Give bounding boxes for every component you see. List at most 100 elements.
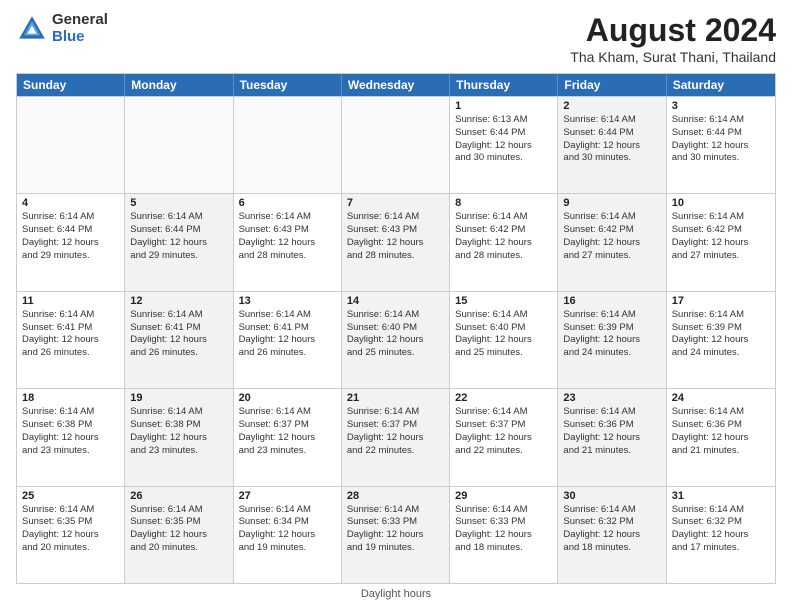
day-number: 20 — [239, 392, 336, 404]
calendar-cell-19: 19Sunrise: 6:14 AM Sunset: 6:38 PM Dayli… — [125, 389, 233, 485]
calendar-cell-3: 3Sunrise: 6:14 AM Sunset: 6:44 PM Daylig… — [667, 97, 775, 193]
day-info: Sunrise: 6:14 AM Sunset: 6:33 PM Dayligh… — [455, 504, 552, 555]
logo-text: General Blue — [52, 12, 108, 45]
day-info: Sunrise: 6:14 AM Sunset: 6:40 PM Dayligh… — [347, 309, 444, 360]
day-info: Sunrise: 6:14 AM Sunset: 6:40 PM Dayligh… — [455, 309, 552, 360]
calendar-cell-10: 10 Sunrise: 6:14 AM Sunset: 6:42 PM Dayli… — [667, 194, 775, 290]
day-info: Sunrise: 6:14 AM Sunset: 6:41 PM Dayligh… — [130, 309, 227, 360]
day-number: 4 — [22, 197, 119, 209]
header-day-saturday: Saturday — [667, 74, 775, 96]
day-info: Sunrise: 6:14 AM Sunset: 6:44 PM Dayligh… — [672, 114, 770, 165]
calendar-cell-24: 24Sunrise: 6:14 AM Sunset: 6:36 PM Dayli… — [667, 389, 775, 485]
day-info: Sunrise: 6:14 AM Sunset: 6:41 PM Dayligh… — [239, 309, 336, 360]
day-number: 1 — [455, 100, 552, 112]
calendar-cell-13: 13 Sunrise: 6:14 AM Sunset: 6:41 PM Dayli… — [234, 292, 342, 388]
calendar-cell-29: 29 Sunrise: 6:14 AM Sunset: 6:33 PM Dayli… — [450, 487, 558, 583]
logo-blue-text: Blue — [52, 29, 108, 46]
calendar-header: SundayMondayTuesdayWednesdayThursdayFrid… — [17, 74, 775, 96]
calendar-row-2: 11Sunrise: 6:14 AM Sunset: 6:41 PM Dayli… — [17, 291, 775, 388]
calendar-cell-30: 30Sunrise: 6:14 AM Sunset: 6:32 PM Dayli… — [558, 487, 666, 583]
calendar-cell-15: 15Sunrise: 6:14 AM Sunset: 6:40 PM Dayli… — [450, 292, 558, 388]
calendar-cell-23: 23Sunrise: 6:14 AM Sunset: 6:36 PM Dayli… — [558, 389, 666, 485]
day-info: Sunrise: 6:14 AM Sunset: 6:43 PM Dayligh… — [347, 211, 444, 262]
calendar-cell-12: 12 Sunrise: 6:14 AM Sunset: 6:41 PM Dayli… — [125, 292, 233, 388]
day-info: Sunrise: 6:14 AM Sunset: 6:38 PM Dayligh… — [22, 406, 119, 457]
day-number: 27 — [239, 490, 336, 502]
day-info: Sunrise: 6:14 AM Sunset: 6:35 PM Dayligh… — [22, 504, 119, 555]
header-day-tuesday: Tuesday — [234, 74, 342, 96]
day-info: Sunrise: 6:14 AM Sunset: 6:43 PM Dayligh… — [239, 211, 336, 262]
day-number: 18 — [22, 392, 119, 404]
calendar-row-3: 18 Sunrise: 6:14 AM Sunset: 6:38 PM Dayli… — [17, 388, 775, 485]
day-number: 28 — [347, 490, 444, 502]
day-number: 31 — [672, 490, 770, 502]
calendar-cell-empty-3 — [342, 97, 450, 193]
day-number: 10 — [672, 197, 770, 209]
day-number: 26 — [130, 490, 227, 502]
calendar-cell-9: 9 Sunrise: 6:14 AM Sunset: 6:42 PM Daylig… — [558, 194, 666, 290]
day-info: Sunrise: 6:14 AM Sunset: 6:33 PM Dayligh… — [347, 504, 444, 555]
day-info: Sunrise: 6:14 AM Sunset: 6:44 PM Dayligh… — [563, 114, 660, 165]
calendar-cell-27: 27Sunrise: 6:14 AM Sunset: 6:34 PM Dayli… — [234, 487, 342, 583]
day-number: 8 — [455, 197, 552, 209]
day-number: 25 — [22, 490, 119, 502]
day-number: 21 — [347, 392, 444, 404]
day-number: 14 — [347, 295, 444, 307]
calendar-cell-6: 6 Sunrise: 6:14 AM Sunset: 6:43 PM Daylig… — [234, 194, 342, 290]
logo: General Blue — [16, 12, 108, 45]
day-info: Sunrise: 6:14 AM Sunset: 6:36 PM Dayligh… — [672, 406, 770, 457]
calendar-cell-11: 11Sunrise: 6:14 AM Sunset: 6:41 PM Dayli… — [17, 292, 125, 388]
day-info: Sunrise: 6:14 AM Sunset: 6:44 PM Dayligh… — [130, 211, 227, 262]
calendar-cell-21: 21 Sunrise: 6:14 AM Sunset: 6:37 PM Dayli… — [342, 389, 450, 485]
day-info: Sunrise: 6:14 AM Sunset: 6:35 PM Dayligh… — [130, 504, 227, 555]
footer-note: Daylight hours — [16, 588, 776, 600]
day-number: 7 — [347, 197, 444, 209]
day-info: Sunrise: 6:14 AM Sunset: 6:42 PM Dayligh… — [672, 211, 770, 262]
calendar-cell-25: 25 Sunrise: 6:14 AM Sunset: 6:35 PM Dayli… — [17, 487, 125, 583]
calendar-cell-16: 16 Sunrise: 6:14 AM Sunset: 6:39 PM Dayli… — [558, 292, 666, 388]
calendar-cell-31: 31 Sunrise: 6:14 AM Sunset: 6:32 PM Dayli… — [667, 487, 775, 583]
day-info: Sunrise: 6:14 AM Sunset: 6:32 PM Dayligh… — [563, 504, 660, 555]
day-number: 9 — [563, 197, 660, 209]
calendar-cell-18: 18 Sunrise: 6:14 AM Sunset: 6:38 PM Dayli… — [17, 389, 125, 485]
day-info: Sunrise: 6:14 AM Sunset: 6:39 PM Dayligh… — [563, 309, 660, 360]
day-info: Sunrise: 6:14 AM Sunset: 6:36 PM Dayligh… — [563, 406, 660, 457]
calendar: SundayMondayTuesdayWednesdayThursdayFrid… — [16, 73, 776, 584]
calendar-cell-8: 8 Sunrise: 6:14 AM Sunset: 6:42 PM Daylig… — [450, 194, 558, 290]
day-number: 17 — [672, 295, 770, 307]
day-info: Sunrise: 6:14 AM Sunset: 6:32 PM Dayligh… — [672, 504, 770, 555]
day-info: Sunrise: 6:14 AM Sunset: 6:41 PM Dayligh… — [22, 309, 119, 360]
header-day-friday: Friday — [558, 74, 666, 96]
calendar-cell-22: 22Sunrise: 6:14 AM Sunset: 6:37 PM Dayli… — [450, 389, 558, 485]
calendar-cell-26: 26 Sunrise: 6:14 AM Sunset: 6:35 PM Dayli… — [125, 487, 233, 583]
day-number: 13 — [239, 295, 336, 307]
calendar-cell-14: 14 Sunrise: 6:14 AM Sunset: 6:40 PM Dayli… — [342, 292, 450, 388]
calendar-cell-2: 2 Sunrise: 6:14 AM Sunset: 6:44 PM Daylig… — [558, 97, 666, 193]
day-info: Sunrise: 6:14 AM Sunset: 6:37 PM Dayligh… — [347, 406, 444, 457]
calendar-cell-28: 28 Sunrise: 6:14 AM Sunset: 6:33 PM Dayli… — [342, 487, 450, 583]
calendar-cell-20: 20 Sunrise: 6:14 AM Sunset: 6:37 PM Dayli… — [234, 389, 342, 485]
calendar-row-0: 1Sunrise: 6:13 AM Sunset: 6:44 PM Daylig… — [17, 96, 775, 193]
day-number: 6 — [239, 197, 336, 209]
day-info: Sunrise: 6:14 AM Sunset: 6:42 PM Dayligh… — [455, 211, 552, 262]
day-info: Sunrise: 6:14 AM Sunset: 6:37 PM Dayligh… — [239, 406, 336, 457]
logo-general-text: General — [52, 12, 108, 29]
day-number: 19 — [130, 392, 227, 404]
calendar-cell-empty-2 — [234, 97, 342, 193]
calendar-cell-1: 1Sunrise: 6:13 AM Sunset: 6:44 PM Daylig… — [450, 97, 558, 193]
calendar-row-4: 25 Sunrise: 6:14 AM Sunset: 6:35 PM Dayli… — [17, 486, 775, 583]
header-day-monday: Monday — [125, 74, 233, 96]
day-number: 29 — [455, 490, 552, 502]
page: General Blue August 2024 Tha Kham, Surat… — [0, 0, 792, 612]
calendar-cell-empty-1 — [125, 97, 233, 193]
day-info: Sunrise: 6:14 AM Sunset: 6:37 PM Dayligh… — [455, 406, 552, 457]
header-day-sunday: Sunday — [17, 74, 125, 96]
day-info: Sunrise: 6:14 AM Sunset: 6:42 PM Dayligh… — [563, 211, 660, 262]
month-year: August 2024 — [570, 12, 776, 49]
calendar-row-1: 4 Sunrise: 6:14 AM Sunset: 6:44 PM Daylig… — [17, 193, 775, 290]
day-number: 16 — [563, 295, 660, 307]
day-number: 12 — [130, 295, 227, 307]
day-number: 2 — [563, 100, 660, 112]
calendar-cell-17: 17Sunrise: 6:14 AM Sunset: 6:39 PM Dayli… — [667, 292, 775, 388]
day-info: Sunrise: 6:14 AM Sunset: 6:44 PM Dayligh… — [22, 211, 119, 262]
